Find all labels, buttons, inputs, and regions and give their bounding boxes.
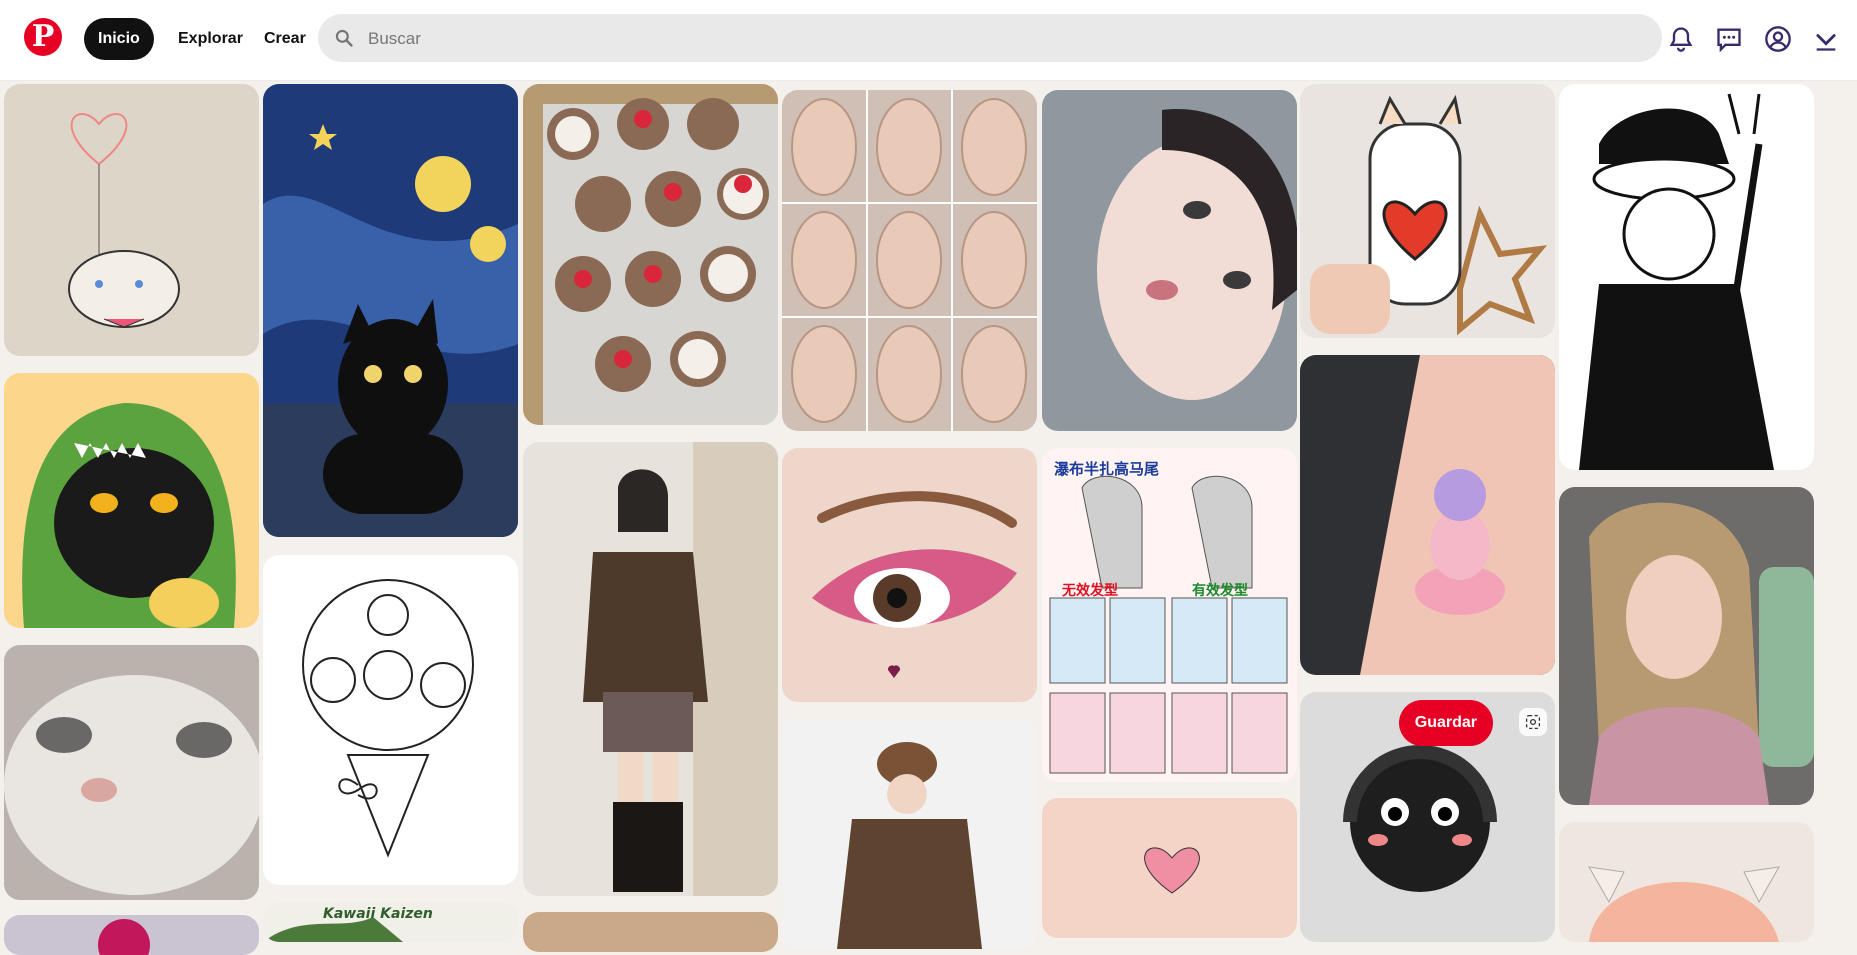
pin-fashion-outfit[interactable] [523,442,778,896]
search-input[interactable] [366,14,1650,64]
pin-image [1042,798,1297,938]
pin-headphone-cat[interactable]: Guardar [1300,692,1555,942]
pin-sanrio-bouquet[interactable] [263,555,518,885]
pin-image [782,448,1037,702]
nav-create-button[interactable]: Crear [250,18,320,60]
pin-text: 无效发型 [1062,583,1118,599]
pin-image [4,84,259,356]
pin-image [1559,84,1814,470]
pin-partial[interactable] [4,915,259,955]
pin-image [1042,90,1297,431]
pin-cinnamoroll-tattoo[interactable] [4,84,259,356]
pin-image [263,84,518,537]
pin-brown-outfit[interactable] [782,719,1037,949]
pin-image [782,90,1037,431]
nav-home-button[interactable]: Inicio [84,18,154,60]
pinterest-logo-icon[interactable]: P [24,18,62,56]
chevron-down-icon[interactable] [1807,20,1845,58]
pin-image [4,645,259,900]
pin-hair-tutorial[interactable]: 瀑布半扎高马尾 无效发型 有效发型 [1042,448,1297,782]
pin-kitty-tattoo[interactable] [1300,355,1555,675]
pin-dino-cat[interactable] [4,373,259,628]
pin-ear-piercings[interactable] [782,90,1037,431]
pin-text: Kawaii Kaizen [323,906,433,922]
save-button[interactable]: Guardar [1398,700,1493,746]
pin-pink-eye-makeup[interactable] [782,448,1037,702]
pin-manga-character[interactable] [1559,84,1814,470]
pin-heart-tattoo[interactable] [1042,798,1297,938]
pin-partial[interactable] [523,912,778,952]
pin-cat-heart-sticker[interactable] [1300,84,1555,338]
pin-image [523,84,778,425]
visual-search-icon[interactable] [1519,708,1547,736]
pin-cat-closeup[interactable] [4,645,259,900]
pin-text: 有效发型 [1192,583,1248,599]
notifications-icon[interactable] [1662,20,1700,58]
top-navigation-bar: P Inicio Explorar Crear [0,0,1857,81]
pin-image [1559,822,1814,942]
pin-text: 瀑布半扎高马尾 [1054,460,1160,478]
pin-image [1042,448,1297,782]
pin-image [4,915,259,955]
pin-image [523,912,778,952]
search-bar[interactable] [318,14,1662,64]
pin-image [4,373,259,628]
pin-image [1300,355,1555,675]
pin-kawaii-kaizen[interactable]: Kawaii Kaizen [263,902,518,942]
search-icon [335,29,353,47]
pin-image [1559,487,1814,805]
account-icon[interactable] [1759,20,1797,58]
pin-portrait-woman[interactable] [1559,487,1814,805]
pin-crochet-hat[interactable] [1559,822,1814,942]
pin-image [263,555,518,885]
nav-explore-button[interactable]: Explorar [164,18,257,60]
pin-portrait-girl[interactable] [1042,90,1297,431]
pin-starry-night-cat[interactable] [263,84,518,537]
messages-icon[interactable] [1710,20,1748,58]
pin-image [523,442,778,896]
pin-image [782,719,1037,949]
pin-image [1300,84,1555,338]
pin-cupcakes[interactable] [523,84,778,425]
